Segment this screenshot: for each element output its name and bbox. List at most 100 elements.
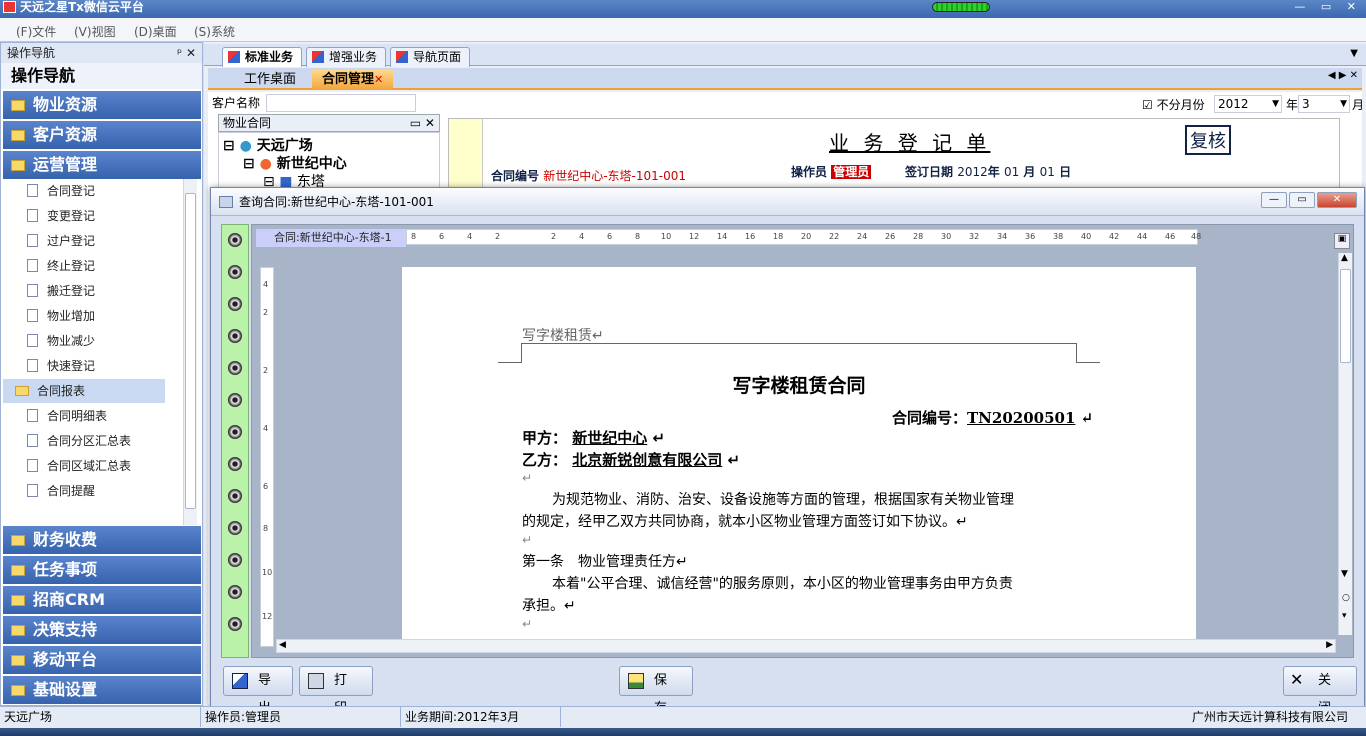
nav-item-move-register[interactable]: 搬迁登记 xyxy=(17,279,179,303)
nav-item-label: 合同分区汇总表 xyxy=(47,434,132,448)
ruler-tick: 18 xyxy=(773,232,784,241)
nav-cat-tasks[interactable]: 任务事项 xyxy=(3,556,201,584)
nav-cat-finance[interactable]: 财务收费 xyxy=(3,526,201,554)
status-period: 业务期间:2012年3月 xyxy=(400,707,519,727)
nav-cat-basic-settings[interactable]: 基础设置 xyxy=(3,676,201,704)
party-b-label: 乙方： xyxy=(522,451,568,469)
menu-file[interactable]: (F)文件 xyxy=(16,23,56,40)
contract-query-dialog: 查询合同:新世纪中心-东塔-101-001 — ▭ ✕ 合同:新世纪中心-东塔-… xyxy=(210,187,1365,716)
nav-cat-operations[interactable]: 运营管理 xyxy=(3,151,201,179)
nav-cat-crm[interactable]: 招商CRM xyxy=(3,586,201,614)
module-icon xyxy=(396,51,408,63)
nav-item-contract-register[interactable]: 合同登记 xyxy=(17,179,179,203)
nav-item-property-add[interactable]: 物业增加 xyxy=(17,304,179,328)
margin-corner-mark xyxy=(1076,343,1100,363)
nav-scroll-thumb[interactable] xyxy=(185,193,196,509)
tab-work-desktop[interactable]: 工作桌面 xyxy=(234,70,306,90)
nav-item-transfer-register[interactable]: 过户登记 xyxy=(17,229,179,253)
panel-close-icon[interactable]: ▭ ✕ xyxy=(410,115,435,131)
folder-icon xyxy=(11,160,25,171)
document-horizontal-scrollbar[interactable]: ◀ ▶ xyxy=(276,639,1336,653)
chevron-down-icon: ▼ xyxy=(1340,99,1347,109)
binder-ring xyxy=(228,553,242,567)
document-page[interactable]: 写字楼租赁↵ 写字楼租赁合同 合同编号：TN20200501 ↵ 甲方： 新世纪… xyxy=(402,267,1196,647)
horizontal-ruler[interactable]: 8 6 4 2 2 4 6 8 10 12 14 16 18 20 22 24 … xyxy=(406,229,1201,245)
tree-node-tianyuan[interactable]: ⊟ ● 天远广场 xyxy=(223,135,313,155)
sheet-sign-date-label: 签订日期 xyxy=(905,165,954,179)
tab-label: 标准业务 xyxy=(245,50,294,64)
folder-icon xyxy=(11,655,25,666)
vertical-ruler[interactable]: 4 2 2 4 6 8 10 12 xyxy=(260,267,274,647)
menu-system[interactable]: (S)系统 xyxy=(194,23,235,40)
tab-contract-management[interactable]: 合同管理✕ xyxy=(312,70,394,90)
tab-enhanced-business[interactable]: 增强业务 xyxy=(306,47,387,67)
nav-scrollbar[interactable] xyxy=(183,179,197,525)
customer-name-label: 客户名称 xyxy=(212,96,261,110)
nav-cat-customer[interactable]: 客户资源 xyxy=(3,121,201,149)
ruler-toggle-icon[interactable]: ▣ xyxy=(1334,233,1350,249)
tab-scroll-arrows[interactable]: ◀ ▶ ✕ xyxy=(1328,70,1358,81)
nav-item-label: 搬迁登记 xyxy=(47,284,96,298)
print-button[interactable]: 打 印 xyxy=(299,666,373,716)
ruler-tick: 10 xyxy=(661,232,672,241)
window-controls[interactable]: — ▭ ✕ xyxy=(1294,0,1362,13)
close-icon[interactable]: ✕ xyxy=(374,73,383,86)
document-name-tab[interactable]: 合同:新世纪中心-东塔-1 xyxy=(256,229,406,247)
nav-item-change-register[interactable]: 变更登记 xyxy=(17,204,179,228)
minimize-button[interactable]: — xyxy=(1261,192,1287,208)
year-select[interactable]: 2012 ▼ xyxy=(1214,95,1282,113)
dialog-close-button[interactable]: ✕ xyxy=(1317,192,1357,208)
nav-item-terminate-register[interactable]: 终止登记 xyxy=(17,254,179,278)
app-logo-icon xyxy=(3,1,16,13)
close-button[interactable]: ✕关 闭 xyxy=(1283,666,1357,716)
document-icon xyxy=(27,434,38,447)
nav-cat-property[interactable]: 物业资源 xyxy=(3,91,201,119)
nav-item-contract-zone-summary[interactable]: 合同分区汇总表 xyxy=(17,429,179,453)
pin-close-icons[interactable]: ᵖ ✕ xyxy=(177,43,196,63)
ruler-tick: 26 xyxy=(885,232,896,241)
binder-ring xyxy=(228,297,242,311)
nav-item-contract-reminder[interactable]: 合同提醒 xyxy=(17,479,179,503)
maximize-button[interactable]: ▭ xyxy=(1289,192,1315,208)
nav-folder-contract-reports[interactable]: 合同报表 xyxy=(3,379,165,403)
customer-name-input[interactable] xyxy=(266,94,416,112)
nav-item-label: 变更登记 xyxy=(47,209,96,223)
scroll-right-icon[interactable]: ▶ xyxy=(1326,640,1333,650)
menu-view[interactable]: (V)视图 xyxy=(74,23,116,40)
nav-item-property-reduce[interactable]: 物业减少 xyxy=(17,329,179,353)
page-browse-icon[interactable]: ○ xyxy=(1342,593,1350,603)
no-month-checkbox[interactable]: ☑ 不分月份 xyxy=(1142,96,1205,113)
document-icon xyxy=(27,184,38,197)
folder-icon xyxy=(11,565,25,576)
next-page-icon[interactable]: ▾ xyxy=(1342,611,1347,621)
nav-cat-label: 移动平台 xyxy=(33,650,98,669)
scroll-left-icon[interactable]: ◀ xyxy=(279,640,286,650)
nav-item-contract-detail[interactable]: 合同明细表 xyxy=(17,404,179,428)
chevron-down-icon[interactable]: ▼ xyxy=(1350,48,1358,59)
menu-desktop[interactable]: (D)桌面 xyxy=(134,23,177,40)
document-icon xyxy=(27,309,38,322)
document-scroll-thumb[interactable] xyxy=(1340,269,1351,363)
paragraph-1-line-2: 的规定，经甲乙双方共同协商，就本小区物业管理方面签订如下协议。↵ xyxy=(522,514,968,530)
nav-cat-decision[interactable]: 决策支持 xyxy=(3,616,201,644)
scroll-up-icon[interactable]: ▲ xyxy=(1341,253,1348,263)
contract-title: 写字楼租赁合同 xyxy=(732,375,866,397)
nav-item-label: 物业减少 xyxy=(47,334,96,348)
tab-standard-business[interactable]: 标准业务 xyxy=(222,47,303,67)
month-select[interactable]: 3 ▼ xyxy=(1298,95,1350,113)
tab-navigation-page[interactable]: 导航页面 xyxy=(390,47,471,67)
party-b-value: 北京新锐创意有限公司 xyxy=(572,451,723,469)
scroll-down-icon[interactable]: ▼ xyxy=(1341,569,1348,579)
document-vertical-scrollbar[interactable]: ▲ ▼ ○ ▾ xyxy=(1338,253,1352,635)
nav-cat-mobile[interactable]: 移动平台 xyxy=(3,646,201,674)
save-button[interactable]: 保 存 xyxy=(619,666,693,716)
nav-item-quick-register[interactable]: 快速登记 xyxy=(17,354,179,378)
nav-cat-label: 客户资源 xyxy=(33,125,98,144)
property-contract-label: 物业合同 xyxy=(223,116,272,130)
tree-node-xinshiji[interactable]: ⊟ ● 新世纪中心 xyxy=(243,153,347,173)
export-button[interactable]: 导 出 xyxy=(223,666,293,716)
nav-item-contract-area-summary[interactable]: 合同区域汇总表 xyxy=(17,454,179,478)
ruler-tick: 36 xyxy=(1025,232,1036,241)
document-icon xyxy=(27,359,38,372)
status-divider xyxy=(560,707,562,727)
